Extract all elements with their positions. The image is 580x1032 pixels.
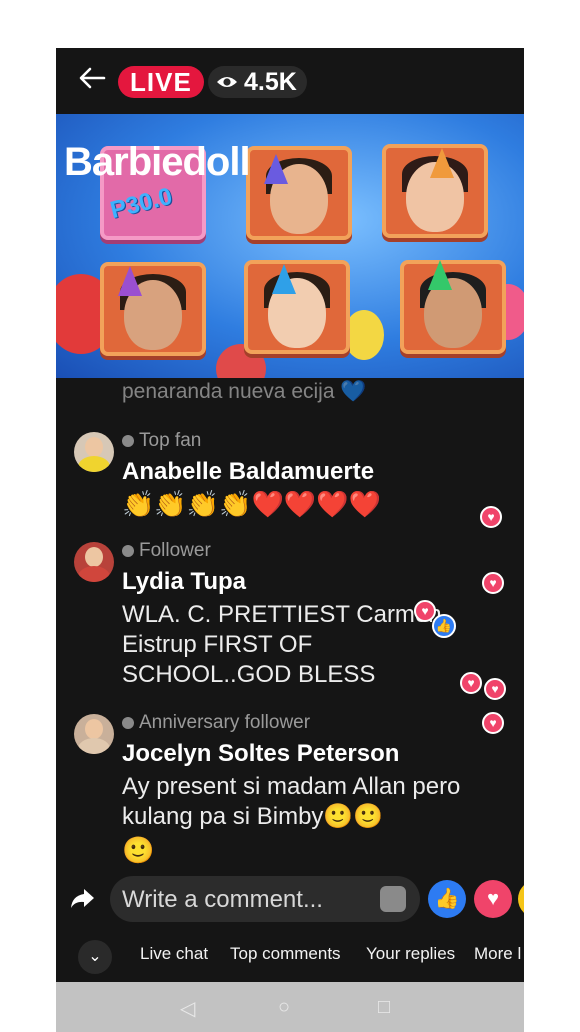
reaction-icon[interactable] [518,880,524,918]
floating-heart-icon: ♥ [482,572,504,594]
viewer-count: 4.5K [244,67,297,96]
commenter-name[interactable]: Anabelle Baldamuerte [122,458,374,486]
nav-recents-icon[interactable]: □ [378,996,390,1019]
sticker-icon[interactable] [380,886,406,912]
live-video-player[interactable]: Barbiedoll P30.0 [56,114,524,378]
party-hat [428,260,452,290]
photo-tile [400,260,506,354]
avatar[interactable] [74,542,114,582]
heart-icon[interactable]: ♥ [474,880,512,918]
commenter-name[interactable]: Lydia Tupa [122,568,246,596]
live-badge: LIVE [118,66,204,98]
top-bar: LIVE 4.5K [56,48,524,114]
live-video-screen: LIVE 4.5K Barbiedoll P30.0 penaranda nue… [56,0,524,1032]
photo-tile [100,262,206,356]
comment-text: Ay present si madam Allan pero kulang pa… [122,773,461,830]
party-hat [118,266,142,296]
party-hat [430,148,454,178]
nav-back-icon[interactable]: ◁ [180,996,195,1021]
fan-badge-label: Follower [139,540,211,561]
fan-badge: Follower [122,540,211,562]
fan-badge: Top fan [122,430,201,452]
avatar[interactable] [74,714,114,754]
like-icon[interactable]: 👍 [428,880,466,918]
party-hat [264,154,288,184]
status-bar [56,0,524,48]
comment-input[interactable]: Write a comment... [110,876,420,922]
video-overlay-title: Barbiedoll [64,140,251,184]
tab-live-chat[interactable]: Live chat [140,944,208,964]
chat-partial-message: penaranda nueva ecija 💙 [122,380,367,403]
floating-like-icon: 👍 [432,614,456,638]
back-arrow-icon[interactable] [76,62,108,94]
photo-tile [246,146,352,240]
floating-heart-icon: ♥ [460,672,482,694]
floating-heart-icon: ♥ [414,600,436,622]
fan-badge: Anniversary follower [122,712,310,734]
diamond-badge-icon [122,435,134,447]
tab-more[interactable]: More l [474,944,521,964]
tab-top-comments[interactable]: Top comments [230,944,341,964]
avatar[interactable] [74,432,114,472]
follower-badge-icon [122,545,134,557]
fan-badge-label: Top fan [139,430,202,451]
floating-heart-icon: ♥ [480,506,502,528]
fan-badge-label: Anniversary follower [139,712,311,733]
chevron-down-icon[interactable]: ⌄ [78,940,112,974]
nav-home-icon[interactable]: ○ [278,996,290,1019]
comment-composer: Write a comment... 👍 ♥ [56,868,524,928]
floating-heart-icon: ♥ [484,678,506,700]
share-icon[interactable] [68,884,96,912]
chat-tabs: ⌄ Live chat Top comments Your replies Mo… [56,928,524,982]
viewer-count-badge: 4.5K [208,66,307,98]
comment-emojis: 👏👏👏👏❤️❤️❤️❤️ [122,489,381,519]
tab-your-replies[interactable]: Your replies [366,944,455,964]
party-hat [272,264,296,294]
photo-tile [244,260,350,354]
anniversary-badge-icon [122,717,134,729]
live-chat-feed[interactable]: penaranda nueva ecija 💙 Top fan Anabelle… [56,378,524,868]
floating-heart-icon: ♥ [482,712,504,734]
commenter-name[interactable]: Jocelyn Soltes Peterson [122,740,399,768]
eye-icon [217,77,237,87]
comment-emojis: 🙂 [122,835,155,865]
balloon [344,310,384,360]
android-nav-bar: ◁ ○ □ [56,982,524,1032]
price-tag: P30.0 [107,182,175,225]
